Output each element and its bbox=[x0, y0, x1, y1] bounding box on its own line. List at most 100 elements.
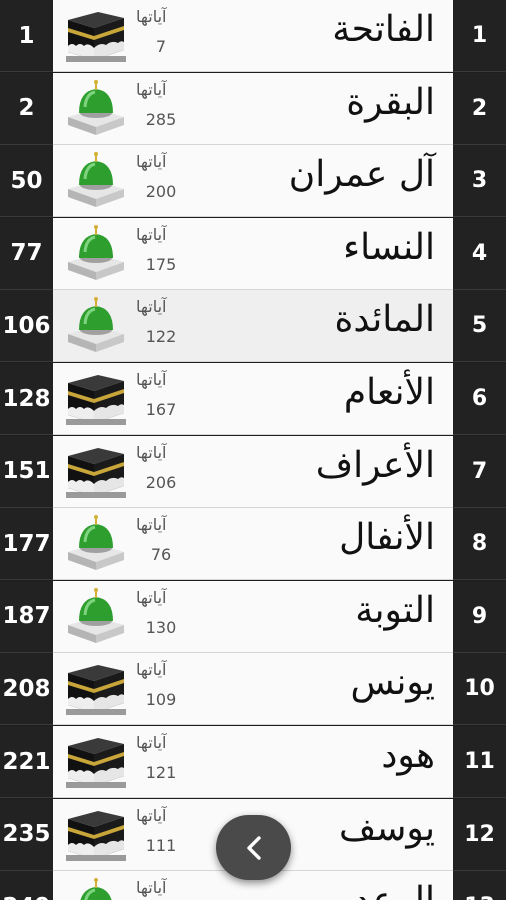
surah-row[interactable]: 1 آياتها 7 الفاتحة 1 bbox=[0, 0, 506, 72]
surah-number: 11 bbox=[453, 726, 506, 798]
kaaba-icon bbox=[64, 732, 128, 790]
ayat-count: 111 bbox=[145, 835, 177, 855]
page-number: 249 bbox=[0, 871, 53, 900]
ayat-label: آياتها bbox=[136, 733, 167, 752]
surah-row[interactable]: 151 آياتها 206 الأعراف 7 bbox=[0, 435, 506, 508]
ayat-count: 122 bbox=[145, 327, 177, 347]
surah-row[interactable]: 77 آياتها 175 النساء 4 bbox=[0, 217, 506, 290]
surah-name: يوسف bbox=[338, 807, 435, 849]
ayat-label: آياتها bbox=[136, 515, 167, 535]
surah-name: هود bbox=[381, 735, 435, 776]
page-number: 77 bbox=[0, 217, 53, 290]
ayat-count: 76 bbox=[150, 545, 172, 565]
surah-name: النساء bbox=[343, 226, 435, 268]
page-number: 50 bbox=[0, 145, 53, 218]
surah-row[interactable]: 221 آياتها 121 هود 11 bbox=[0, 726, 506, 798]
surah-number: 9 bbox=[453, 580, 506, 653]
surah-row[interactable]: 187 آياتها 130 التوبة 9 bbox=[0, 580, 506, 653]
page-number: 235 bbox=[0, 798, 53, 871]
surah-name: الأنفال bbox=[339, 517, 435, 559]
green-dome-icon bbox=[64, 587, 128, 645]
ayat-label: آياتها bbox=[136, 297, 167, 317]
page-number: 151 bbox=[0, 435, 53, 508]
page-number: 208 bbox=[0, 653, 53, 726]
surah-info: آياتها 76 الأنفال bbox=[53, 508, 453, 581]
page-number: 106 bbox=[0, 290, 53, 363]
ayat-label: آياتها bbox=[136, 152, 167, 172]
surah-name: الرعد bbox=[354, 880, 435, 900]
surah-name: الأنعام bbox=[343, 372, 435, 413]
ayat-label: آياتها bbox=[136, 7, 167, 26]
ayat-label: آياتها bbox=[136, 587, 167, 607]
surah-row[interactable]: 128 آياتها 167 الأنعام 6 bbox=[0, 363, 506, 435]
page-number: 128 bbox=[0, 363, 53, 435]
surah-number: 13 bbox=[453, 871, 506, 900]
ayat-count: 121 bbox=[145, 763, 177, 782]
page-number: 187 bbox=[0, 580, 53, 653]
ayat-count: 285 bbox=[145, 109, 177, 129]
ayat-label: آياتها bbox=[136, 805, 167, 825]
surah-info: آياتها 167 الأنعام bbox=[53, 363, 453, 435]
surah-row[interactable]: 2 آياتها 285 البقرة 2 bbox=[0, 72, 506, 145]
surah-name: التوبة bbox=[355, 589, 435, 631]
green-dome-icon bbox=[64, 224, 128, 282]
surah-name: البقرة bbox=[346, 81, 435, 123]
surah-name: الأعراف bbox=[315, 444, 435, 486]
green-dome-icon bbox=[64, 151, 128, 209]
green-dome-icon bbox=[64, 296, 128, 354]
surah-number: 3 bbox=[453, 145, 506, 218]
ayat-count: 167 bbox=[145, 400, 177, 419]
ayat-count: 175 bbox=[145, 254, 177, 274]
surah-info: آياتها 200 آل عمران bbox=[53, 145, 453, 218]
ayat-label: آياتها bbox=[136, 660, 167, 680]
surah-row[interactable]: 208 آياتها 109 يونس 10 bbox=[0, 653, 506, 726]
ayat-label: آياتها bbox=[136, 370, 167, 389]
surah-info: آياتها 109 يونس bbox=[53, 653, 453, 726]
page-number: 177 bbox=[0, 508, 53, 581]
surah-info: آياتها 122 المائدة bbox=[53, 290, 453, 363]
kaaba-icon bbox=[64, 442, 128, 500]
kaaba-icon bbox=[64, 369, 128, 427]
surah-info: آياتها 206 الأعراف bbox=[53, 435, 453, 508]
kaaba-icon bbox=[64, 805, 128, 863]
surah-number: 1 bbox=[453, 0, 506, 72]
green-dome-icon bbox=[64, 79, 128, 137]
surah-number: 2 bbox=[453, 72, 506, 145]
ayat-count: 109 bbox=[145, 690, 177, 710]
surah-name: الفاتحة bbox=[332, 9, 435, 50]
surah-name: المائدة bbox=[334, 299, 435, 341]
ayat-label: آياتها bbox=[136, 442, 167, 462]
surah-row[interactable]: 50 آياتها 200 آل عمران 3 bbox=[0, 145, 506, 218]
kaaba-icon bbox=[64, 6, 128, 64]
ayat-count: 7 bbox=[155, 37, 167, 56]
surah-info: آياتها 7 الفاتحة bbox=[53, 0, 453, 72]
surah-number: 10 bbox=[453, 653, 506, 726]
page-number: 2 bbox=[0, 72, 53, 145]
surah-info: آياتها 285 البقرة bbox=[53, 72, 453, 145]
ayat-count: 206 bbox=[145, 472, 177, 492]
chevron-left-icon bbox=[246, 835, 261, 860]
surah-info: آياتها 121 هود bbox=[53, 726, 453, 798]
surah-number: 5 bbox=[453, 290, 506, 363]
surah-info: آياتها 175 النساء bbox=[53, 217, 453, 290]
page-number: 221 bbox=[0, 726, 53, 798]
ayat-label: آياتها bbox=[136, 79, 167, 99]
surah-number: 4 bbox=[453, 217, 506, 290]
ayat-label: آياتها bbox=[136, 878, 167, 898]
ayat-count: 200 bbox=[145, 182, 177, 202]
surah-row[interactable]: 177 آياتها 76 الأنفال 8 bbox=[0, 508, 506, 581]
green-dome-icon bbox=[64, 514, 128, 572]
surah-list: 1 آياتها 7 الفاتحة 1 2 آياتها 285 البقرة 2 50 آياته… bbox=[0, 0, 506, 900]
surah-number: 7 bbox=[453, 435, 506, 508]
ayat-label: آياتها bbox=[136, 224, 167, 244]
back-button[interactable] bbox=[216, 815, 291, 880]
kaaba-icon bbox=[64, 659, 128, 717]
surah-number: 12 bbox=[453, 798, 506, 871]
surah-number: 6 bbox=[453, 363, 506, 435]
page-number: 1 bbox=[0, 0, 53, 72]
surah-name: آل عمران bbox=[288, 154, 435, 196]
green-dome-icon bbox=[64, 877, 128, 900]
surah-row[interactable]: 106 آياتها 122 المائدة 5 bbox=[0, 290, 506, 363]
ayat-count: 130 bbox=[145, 617, 177, 637]
surah-number: 8 bbox=[453, 508, 506, 581]
